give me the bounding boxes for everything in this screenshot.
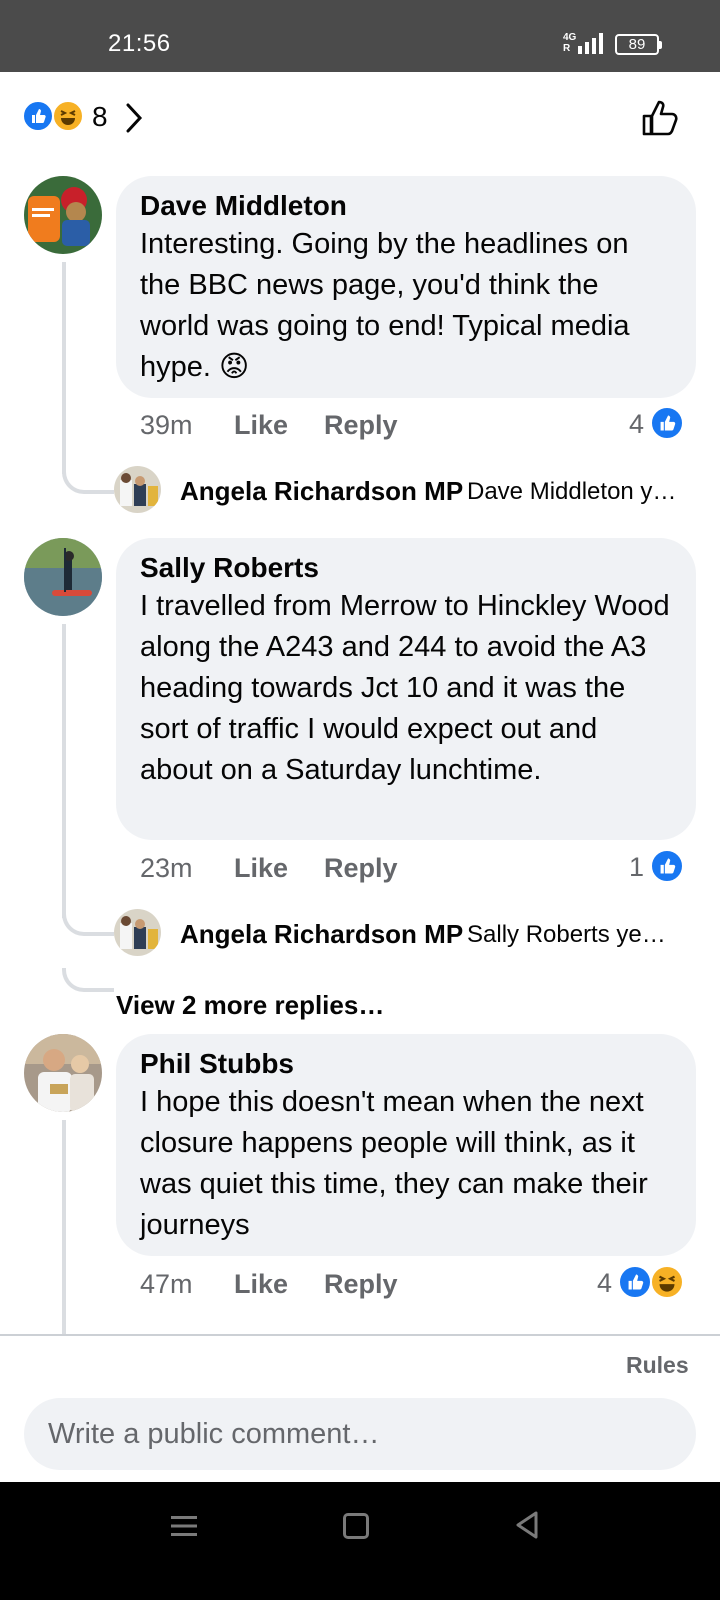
signal-icon	[578, 33, 603, 54]
like-reaction-icon	[618, 1265, 652, 1299]
reply-button[interactable]: Reply	[324, 853, 398, 884]
haha-reaction-icon	[650, 1265, 684, 1299]
reply-author[interactable]: Angela Richardson MP	[180, 476, 463, 507]
like-reaction-icon	[650, 849, 684, 883]
like-button[interactable]: Like	[234, 1269, 288, 1300]
system-nav-bar	[0, 1482, 720, 1600]
comment-text: I travelled from Merrow to Hinckley Wood…	[140, 590, 670, 786]
comment-author[interactable]: Phil Stubbs	[140, 1046, 672, 1082]
thread-line	[62, 262, 66, 474]
thread-connector	[62, 912, 114, 936]
comment-reaction-count[interactable]: 1	[629, 852, 644, 883]
comment-text: I hope this doesn't mean when the next c…	[140, 1086, 648, 1241]
status-time: 21:56	[108, 30, 171, 57]
avatar[interactable]	[24, 176, 102, 254]
comment-text: Interesting. Going by the headlines on t…	[140, 228, 630, 383]
network-type-icon: 4G R	[563, 32, 577, 54]
like-button[interactable]: Like	[234, 410, 288, 441]
reply-preview-text[interactable]: Sally Roberts yes…	[467, 921, 677, 949]
chevron-right-icon[interactable]	[124, 102, 144, 134]
comment-reaction-count[interactable]: 4	[629, 409, 644, 440]
menu-icon[interactable]	[170, 1514, 198, 1538]
thread-connector	[62, 470, 114, 494]
home-icon[interactable]	[343, 1513, 369, 1539]
like-outline-icon[interactable]	[638, 96, 682, 140]
comment-author[interactable]: Dave Middleton	[140, 188, 672, 224]
footer-divider	[0, 1334, 720, 1336]
comment-time: 23m	[140, 853, 193, 883]
like-button[interactable]: Like	[234, 853, 288, 884]
comment-time: 47m	[140, 1269, 193, 1299]
avatar[interactable]	[24, 1034, 102, 1112]
comment-author[interactable]: Sally Roberts	[140, 550, 672, 586]
view-more-replies[interactable]: View 2 more replies…	[116, 990, 384, 1021]
battery-level: 89	[628, 36, 646, 53]
comment-bubble[interactable]: Dave Middleton Interesting. Going by the…	[116, 176, 696, 398]
comment-bubble[interactable]: Phil Stubbs I hope this doesn't mean whe…	[116, 1034, 696, 1256]
thread-line	[62, 624, 66, 918]
comment-reaction-count[interactable]: 4	[597, 1268, 612, 1299]
rules-link[interactable]: Rules	[626, 1352, 689, 1379]
comment-time: 39m	[140, 410, 193, 440]
reply-button[interactable]: Reply	[324, 1269, 398, 1300]
comment-input[interactable]	[24, 1398, 696, 1470]
battery-tip	[659, 41, 662, 49]
reply-button[interactable]: Reply	[324, 410, 398, 441]
thread-connector	[62, 968, 114, 992]
status-bar: 21:56 4G R 89	[0, 0, 720, 72]
avatar[interactable]	[24, 538, 102, 616]
comment-bubble[interactable]: Sally Roberts I travelled from Merrow to…	[116, 538, 696, 840]
like-reaction-icon	[22, 100, 54, 132]
reactions-summary[interactable]: 8	[0, 72, 720, 168]
reply-author[interactable]: Angela Richardson MP	[180, 919, 463, 950]
reaction-count: 8	[92, 101, 108, 132]
reply-preview-text[interactable]: Dave Middleton y…	[467, 478, 677, 506]
thread-line	[62, 1120, 66, 1334]
avatar[interactable]	[114, 466, 161, 513]
like-reaction-icon	[650, 406, 684, 440]
back-icon[interactable]	[514, 1510, 540, 1540]
haha-reaction-icon	[52, 100, 84, 132]
avatar[interactable]	[114, 909, 161, 956]
battery-icon: 89	[615, 34, 659, 55]
